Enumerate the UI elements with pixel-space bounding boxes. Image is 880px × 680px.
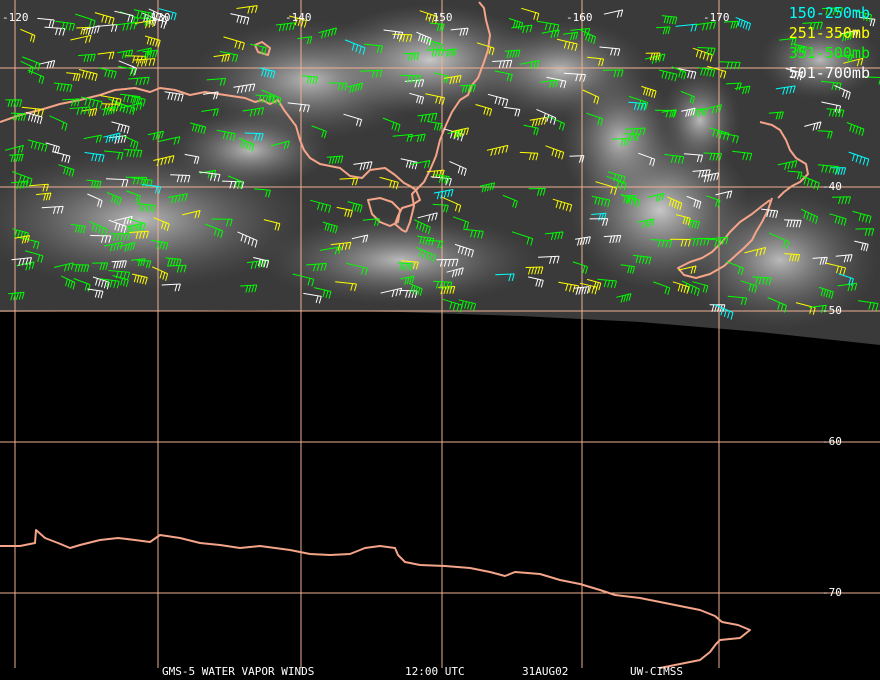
lon-label-150: -150	[426, 11, 453, 24]
lat-label-50: -50	[822, 304, 842, 317]
lon-label-140: -140	[285, 11, 312, 24]
legend-item-351-500: 351-500mb	[788, 44, 870, 62]
lon-label-170: -170	[703, 11, 730, 24]
caption-source: UW-CIMSS	[630, 665, 683, 678]
legend-item-150-250: 150-250mb	[788, 4, 870, 22]
lon-label-130: -130	[144, 11, 171, 24]
lat-label-60: -60	[822, 435, 842, 448]
lon-label-160: -160	[566, 11, 593, 24]
lat-label-40: -40	[822, 180, 842, 193]
caption-satellite: GMS-5 WATER VAPOR WINDS	[162, 665, 315, 678]
caption-date: 31AUG02	[522, 665, 569, 678]
lon-label-120: -120	[2, 11, 29, 24]
caption-time: 12:00 UTC	[405, 665, 465, 678]
pressure-legend: 150-250mb 251-350mb 351-500mb 501-700mb	[789, 3, 870, 83]
image-caption: GMS-5 WATER VAPOR WINDS 12:00 UTC 31AUG0…	[0, 665, 880, 679]
legend-item-251-350: 251-350mb	[788, 24, 870, 42]
legend-item-501-700: 501-700mb	[788, 64, 870, 82]
antarctica-coast	[0, 529, 751, 669]
lat-label-70: -70	[822, 586, 842, 599]
satellite-wind-map	[0, 0, 880, 669]
